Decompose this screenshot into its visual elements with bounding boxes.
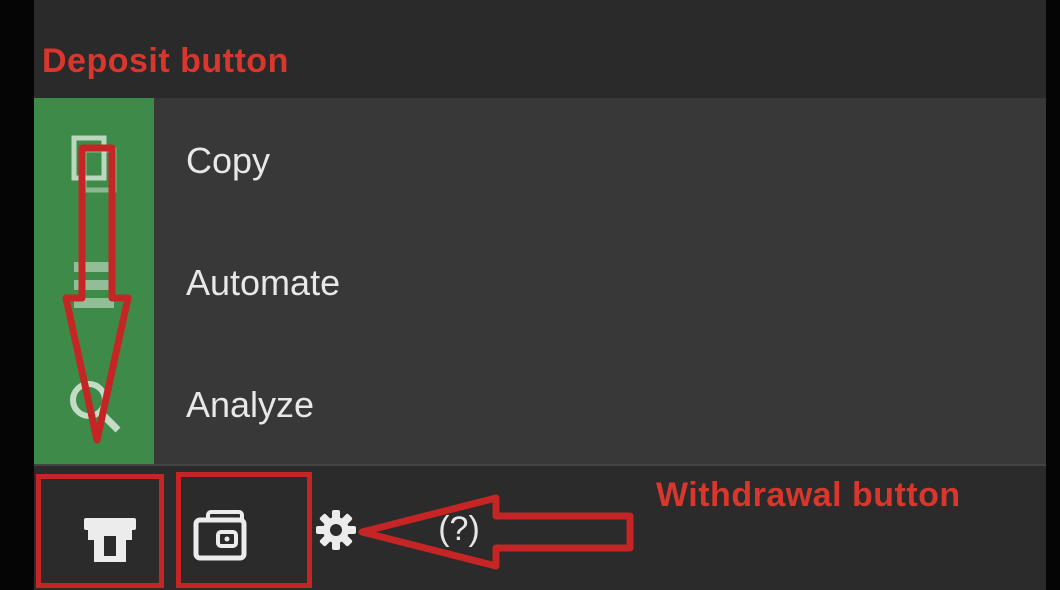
down-arrow: [62, 144, 132, 444]
annotation-arrows: [62, 144, 634, 570]
screenshot-stage: Copy Automate Analyze (?) Deposit button…: [0, 0, 1060, 590]
left-arrow: [358, 494, 634, 570]
